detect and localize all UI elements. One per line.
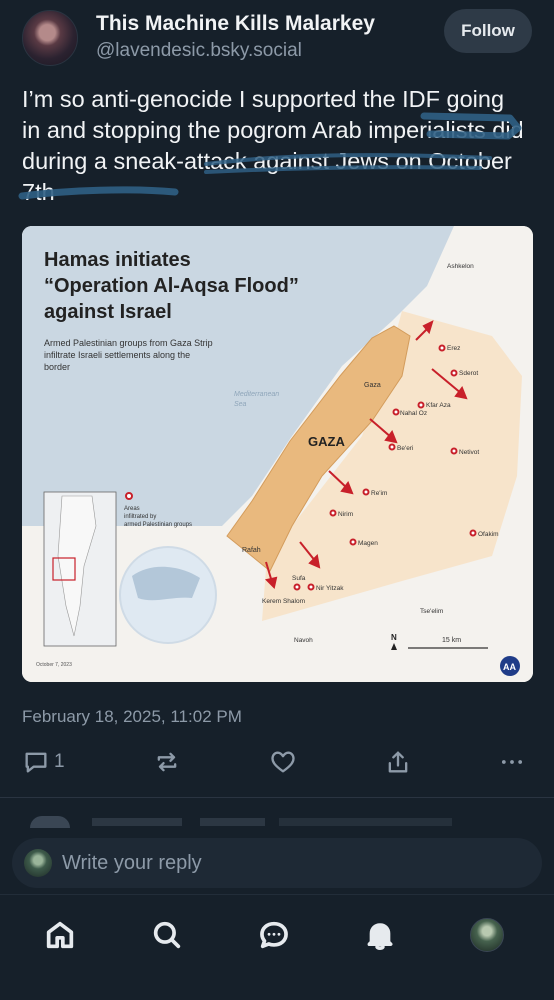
like-button[interactable] <box>269 744 297 780</box>
map-title-1: Hamas initiates <box>44 249 191 271</box>
nav-home[interactable] <box>40 915 80 955</box>
place-nirim: Nirim <box>338 511 353 518</box>
scale-label: 15 km <box>442 637 461 644</box>
more-button[interactable] <box>498 744 526 780</box>
place-ashkelon: Ashkelon <box>447 263 474 270</box>
map-title-2: “Operation Al-Aqsa Flood” <box>44 275 299 297</box>
legend-marker <box>125 492 133 500</box>
map-subtitle-3: border <box>44 362 70 372</box>
place-beeri: Be'eri <box>397 445 413 452</box>
place-nahal-oz: Nahal Oz <box>400 410 427 417</box>
post-header: This Machine Kills Malarkey @lavendesic.… <box>22 8 532 68</box>
rafah-label: Rafah <box>242 547 261 554</box>
reply-icon <box>25 752 47 773</box>
share-button[interactable] <box>384 744 412 780</box>
home-icon <box>46 921 74 949</box>
next-reply-avatar <box>30 816 70 828</box>
repost-icon <box>157 752 177 772</box>
reply-input[interactable]: Write your reply <box>12 838 542 888</box>
author-display-name[interactable]: This Machine Kills Malarkey <box>96 12 375 36</box>
place-sderot: Sderot <box>459 370 478 377</box>
legend-text-1: Areas <box>124 506 140 512</box>
map-date: October 7, 2023 <box>36 662 72 668</box>
gaza-label: GAZA <box>308 434 345 449</box>
bottom-nav <box>0 894 554 1000</box>
post-timestamp: February 18, 2025, 11:02 PM <box>22 707 242 726</box>
bell-icon <box>367 923 393 950</box>
place-sufa: Sufa <box>292 575 306 582</box>
north-label: N <box>391 633 397 642</box>
divider <box>0 797 554 798</box>
post-image[interactable]: Hamas initiates “Operation Al-Aqsa Flood… <box>22 226 533 682</box>
place-tseelim: Tse'elim <box>420 608 443 615</box>
reply-button[interactable]: 1 <box>22 744 65 780</box>
place-navoh: Navoh <box>294 637 313 644</box>
post-actions: 1 <box>22 744 532 780</box>
search-icon <box>153 921 181 949</box>
legend-text-3: armed Palestinian groups <box>124 522 192 528</box>
share-icon <box>388 751 408 773</box>
place-nir-yitzak: Nir Yitzak <box>316 585 344 592</box>
nav-profile[interactable] <box>467 915 507 955</box>
sea-label-2: Sea <box>234 401 247 408</box>
place-reim: Re'im <box>371 490 387 497</box>
place-ofakim: Ofakim <box>478 531 499 538</box>
place-kerem-shalom: Kerem Shalom <box>262 598 305 605</box>
reply-placeholder: Write your reply <box>62 851 202 874</box>
repost-button[interactable] <box>153 744 181 780</box>
reply-count: 1 <box>54 751 65 772</box>
author-handle[interactable]: @lavendesic.bsky.social <box>96 40 302 62</box>
nav-chat[interactable] <box>254 915 294 955</box>
map-title-3: against Israel <box>44 301 172 323</box>
author-avatar[interactable] <box>22 10 78 66</box>
viewer-avatar <box>24 849 52 877</box>
more-icon <box>501 760 523 764</box>
map-subtitle-2: infiltrate Israeli settlements along the <box>44 350 190 360</box>
nav-notifications[interactable] <box>360 915 400 955</box>
profile-avatar <box>470 918 504 952</box>
post-text: I’m so anti-genocide I supported the IDF… <box>22 86 524 205</box>
agency-logo-text: AA <box>503 662 516 672</box>
nav-search[interactable] <box>147 915 187 955</box>
gaza-city-label: Gaza <box>364 382 381 389</box>
chat-icon <box>260 921 288 949</box>
next-reply-preview <box>92 818 452 826</box>
map-subtitle-1: Armed Palestinian groups from Gaza Strip <box>44 338 213 348</box>
heart-icon <box>271 751 295 773</box>
place-kfar-aza: Kfar Aza <box>426 402 451 409</box>
follow-button[interactable]: Follow <box>444 9 532 53</box>
sea-label-1: Mediterranean <box>234 391 279 398</box>
place-netivot: Netivot <box>459 449 479 456</box>
place-magen: Magen <box>358 540 378 547</box>
legend-text-2: infiltrated by <box>124 514 156 520</box>
place-erez: Erez <box>447 345 460 352</box>
